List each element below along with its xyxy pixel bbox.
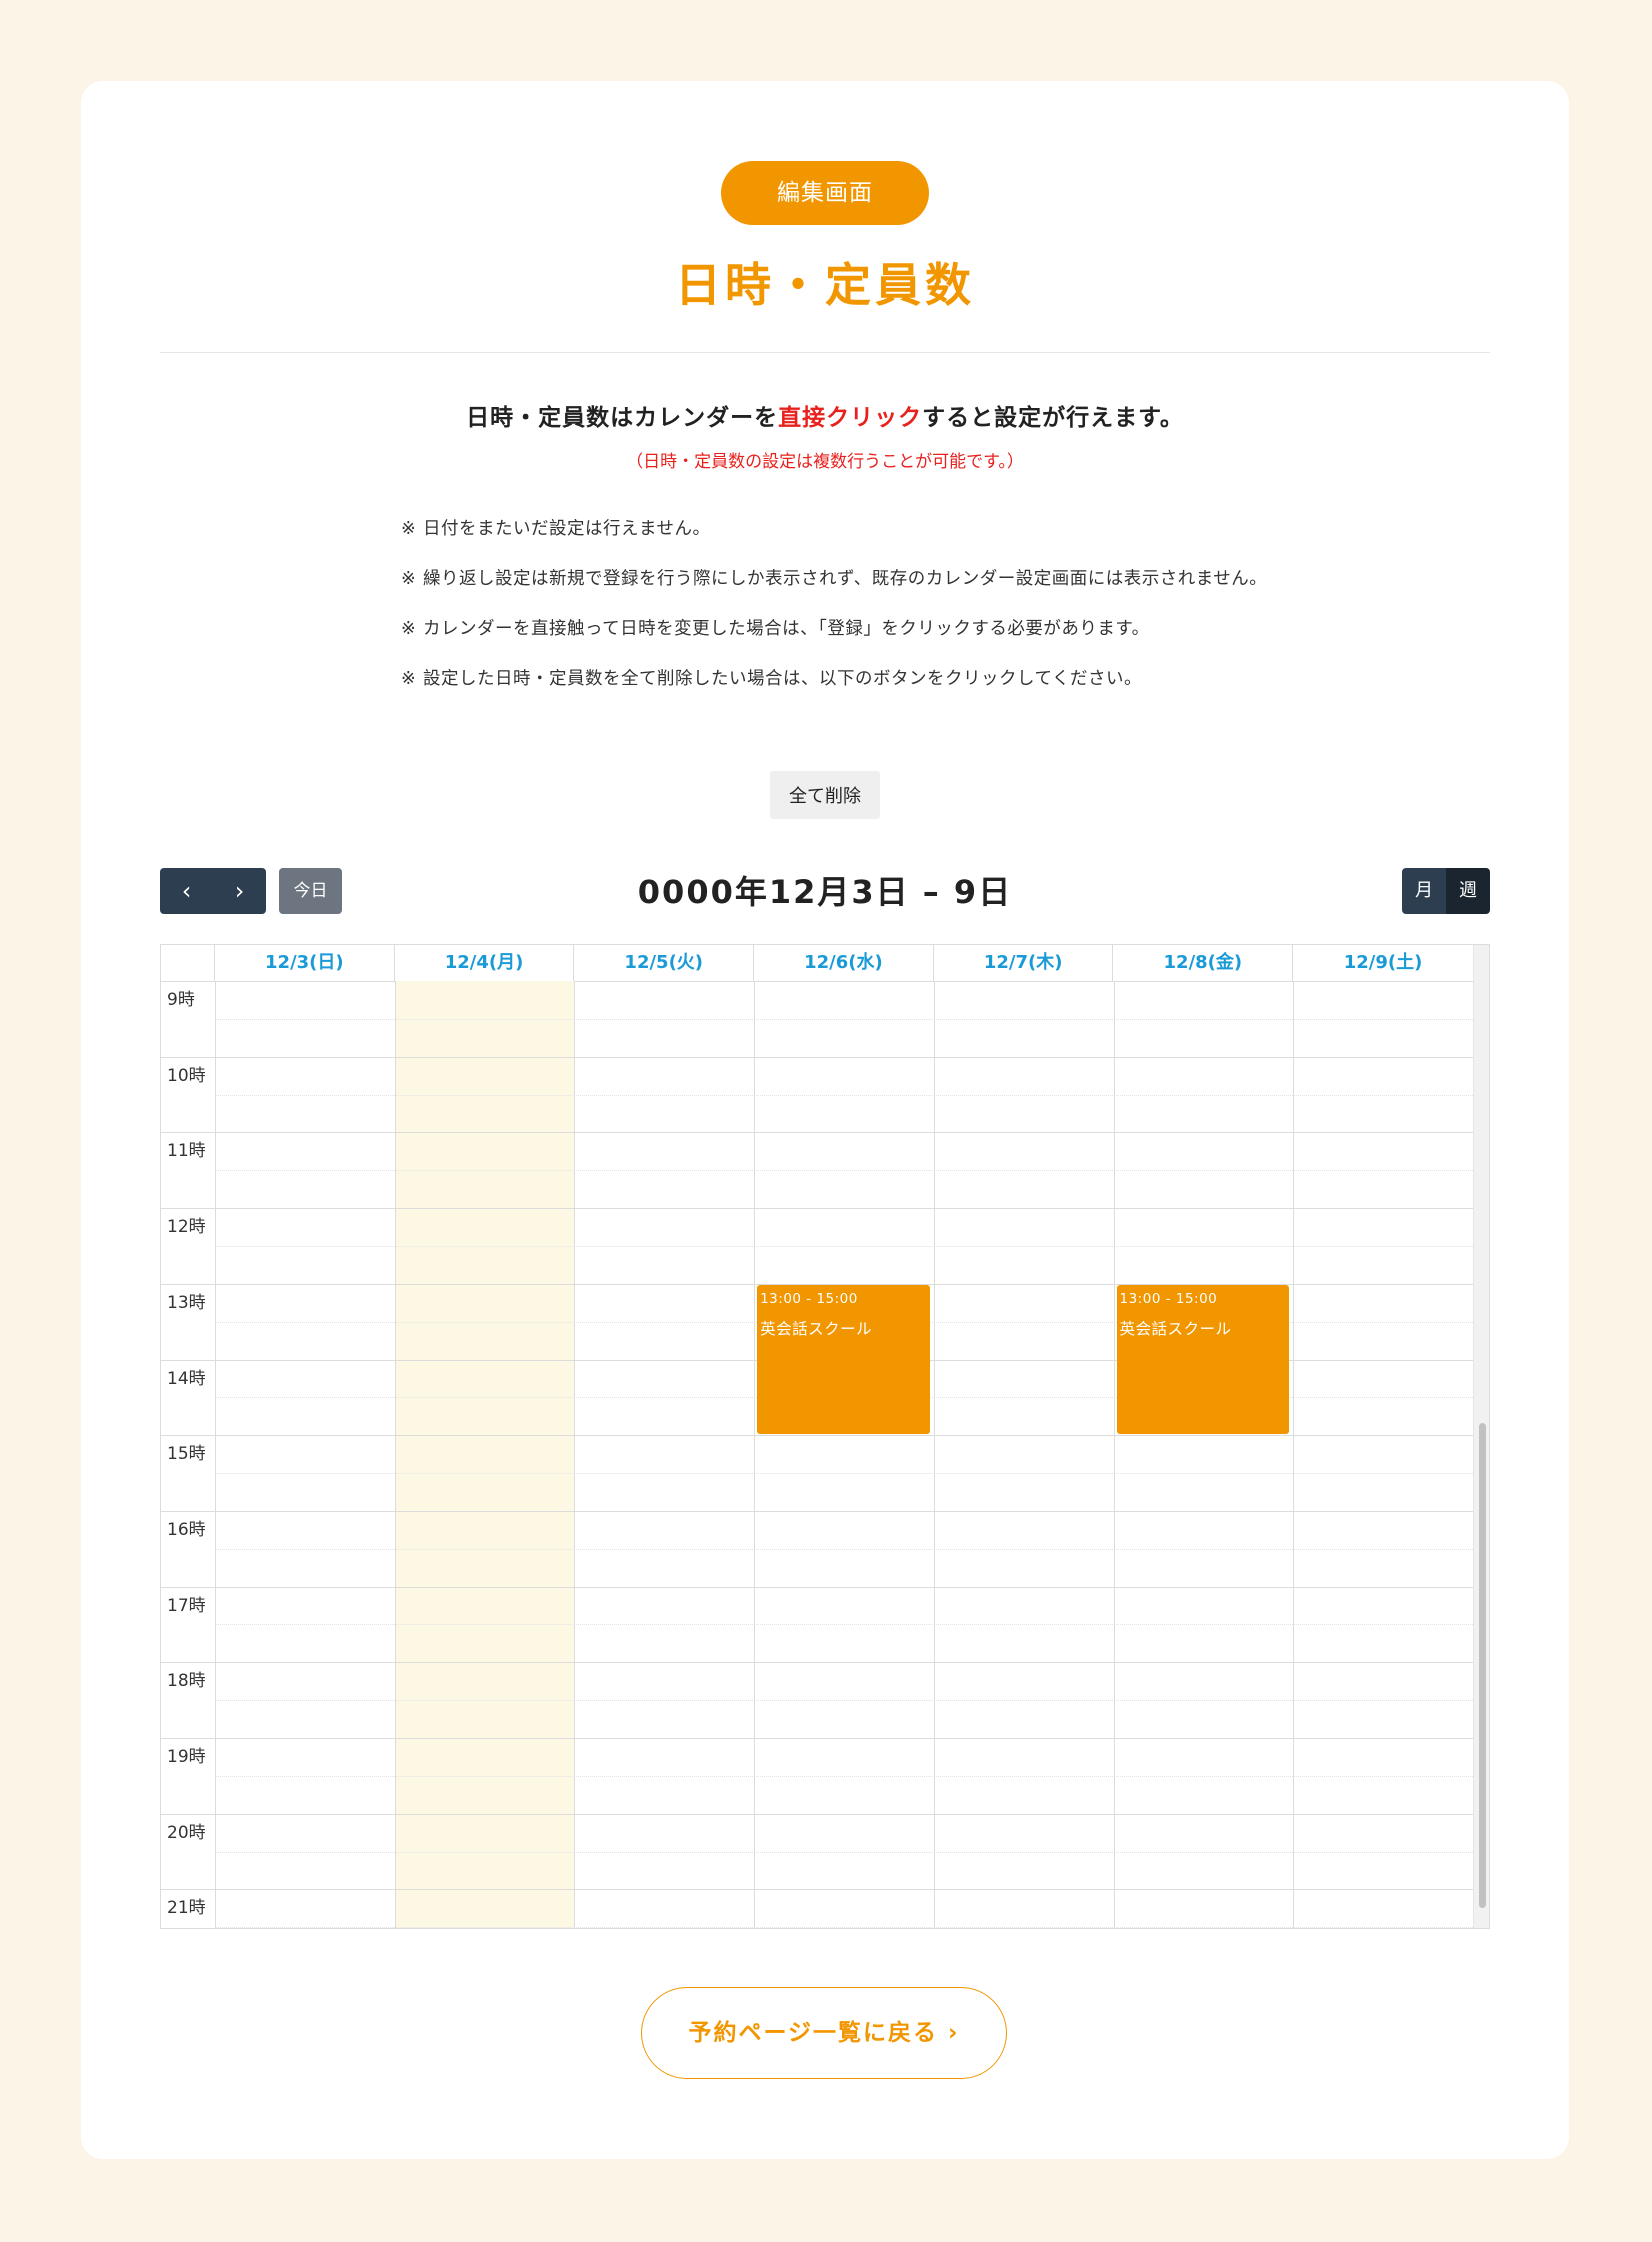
half-hour-line: [215, 1548, 1473, 1550]
note-mark: ※: [401, 569, 417, 589]
half-hour-line: [215, 1018, 1473, 1020]
hour-line: [161, 1662, 1473, 1664]
hour-line: [161, 1132, 1473, 1134]
time-grid[interactable]: 9時 10時 11時 12時 13時 14時 15時 16時 17時 18時 19時 20時 21時 13…: [161, 981, 1474, 1928]
day-header[interactable]: 12/8(金): [1114, 945, 1294, 981]
hour-line: [161, 1208, 1473, 1210]
scrollbar-thumb[interactable]: [1479, 1423, 1486, 1908]
half-hour-line: [215, 1170, 1473, 1172]
day-column-line: [574, 981, 576, 1928]
hour-line: [161, 1889, 1473, 1891]
event-time: 13:00 - 15:00: [1119, 1290, 1218, 1307]
note-mark: ※: [401, 669, 417, 689]
back-to-list-button[interactable]: 予約ページ一覧に戻る ›: [641, 1987, 1007, 2079]
calendar-event[interactable]: 13:00 - 15:00 英会話スクール: [1116, 1284, 1290, 1435]
time-label: 16時: [167, 1519, 206, 1540]
main-card: 編集画面 日時・定員数 日時・定員数はカレンダーを直接クリックすると設定が行えま…: [81, 81, 1569, 2159]
day-header[interactable]: 12/3(日): [215, 945, 395, 981]
note-mark: ※: [401, 519, 417, 539]
time-label: 10時: [167, 1065, 206, 1086]
time-label: 11時: [167, 1141, 206, 1162]
time-label: 18時: [167, 1671, 206, 1692]
intro-text: 日時・定員数はカレンダーを直接クリックすると設定が行えます。: [81, 398, 1569, 432]
event-title: 英会話スクール: [1119, 1319, 1232, 1338]
day-column-line: [933, 981, 935, 1928]
time-label: 20時: [167, 1822, 206, 1843]
note-text: 日付をまたいだ設定は行えません。: [423, 519, 711, 539]
half-hour-line: [215, 1851, 1473, 1853]
half-hour-line: [215, 1927, 1473, 1928]
day-header[interactable]: 12/4(月): [395, 945, 575, 981]
half-hour-line: [215, 1094, 1473, 1096]
day-header-row: 12/3(日) 12/4(月) 12/5(火) 12/6(水) 12/7(木) 12/8(…: [161, 945, 1473, 982]
today-column-highlight: [394, 981, 575, 1928]
hour-line: [161, 1435, 1473, 1437]
calendar-scrollbar[interactable]: [1473, 945, 1489, 1928]
note-text: 設定した日時・定員数を全て削除したい場合は、以下のボタンをクリックしてください。: [423, 669, 1142, 689]
note-text: カレンダーを直接触って日時を変更した場合は、「登録」をクリックする必要があります…: [423, 619, 1150, 639]
day-header[interactable]: 12/9(土): [1293, 945, 1473, 981]
week-view-button[interactable]: 週: [1446, 868, 1490, 914]
page-title: 日時・定員数: [675, 258, 975, 312]
note-mark: ※: [401, 619, 417, 639]
note-text: 繰り返し設定は新規で登録を行う際にしか表示されず、既存のカレンダー設定画面には表…: [423, 569, 1268, 589]
intro-subnote: （日時・定員数の設定は複数行うことが可能です。）: [626, 452, 1024, 472]
day-header[interactable]: 12/7(木): [934, 945, 1114, 981]
edit-screen-badge: 編集画面: [721, 161, 929, 225]
notes-list: ※ 日付をまたいだ設定は行えません。 ※ 繰り返し設定は新規で登録を行う際にしか表示…: [401, 511, 1281, 711]
intro-highlight: 直接クリック: [778, 405, 923, 431]
axis-header-cell: [161, 945, 215, 981]
event-time: 13:00 - 15:00: [760, 1290, 858, 1307]
divider: [160, 352, 1490, 353]
half-hour-line: [215, 1624, 1473, 1626]
day-column-line: [394, 981, 396, 1928]
calendar-title: 0000年12月3日 – 9日: [637, 873, 1013, 911]
half-hour-line: [215, 1775, 1473, 1777]
delete-all-button[interactable]: 全て削除: [770, 771, 880, 819]
note-item: ※ 繰り返し設定は新規で登録を行う際にしか表示されず、既存のカレンダー設定画面には…: [401, 561, 1281, 598]
half-hour-line: [215, 1700, 1473, 1702]
half-hour-line: [215, 1473, 1473, 1475]
day-column-line: [215, 981, 216, 1928]
time-label: 15時: [167, 1444, 206, 1465]
chevron-right-icon: ›: [948, 2020, 960, 2046]
time-label: 21時: [167, 1898, 206, 1919]
hour-line: [161, 1056, 1473, 1058]
day-header[interactable]: 12/6(水): [754, 945, 934, 981]
time-label: 12時: [167, 1217, 206, 1238]
day-column-line: [1293, 981, 1295, 1928]
month-view-button[interactable]: 月: [1402, 868, 1446, 914]
event-title: 英会話スクール: [760, 1319, 873, 1338]
hour-line: [161, 1813, 1473, 1815]
time-label: 9時: [167, 990, 195, 1010]
view-switcher: 月 週: [1402, 868, 1490, 914]
time-label: 14時: [167, 1368, 206, 1389]
day-column-line: [1113, 981, 1115, 1928]
time-label: 17時: [167, 1595, 206, 1616]
time-label: 19時: [167, 1747, 206, 1767]
note-item: ※ カレンダーを直接触って日時を変更した場合は、「登録」をクリックする必要がありま…: [401, 611, 1281, 648]
time-label: 13時: [167, 1292, 206, 1313]
note-item: ※ 設定した日時・定員数を全て削除したい場合は、以下のボタンをクリックしてください…: [401, 661, 1281, 698]
intro-prefix: 日時・定員数はカレンダーを: [466, 405, 779, 431]
hour-line: [161, 1510, 1473, 1512]
intro-suffix: すると設定が行えます。: [922, 405, 1184, 431]
day-column-line: [754, 981, 756, 1928]
calendar-event[interactable]: 13:00 - 15:00 英会話スクール: [757, 1284, 930, 1435]
back-button-label: 予約ページ一覧に戻る: [688, 2020, 939, 2046]
hour-line: [161, 1586, 1473, 1588]
day-header[interactable]: 12/5(火): [574, 945, 755, 981]
note-item: ※ 日付をまたいだ設定は行えません。: [401, 511, 1281, 548]
week-calendar: 12/3(日) 12/4(月) 12/5(火) 12/6(水) 12/7(木) 12/8(…: [160, 944, 1490, 1929]
hour-line: [161, 1738, 1473, 1739]
half-hour-line: [215, 1245, 1473, 1247]
